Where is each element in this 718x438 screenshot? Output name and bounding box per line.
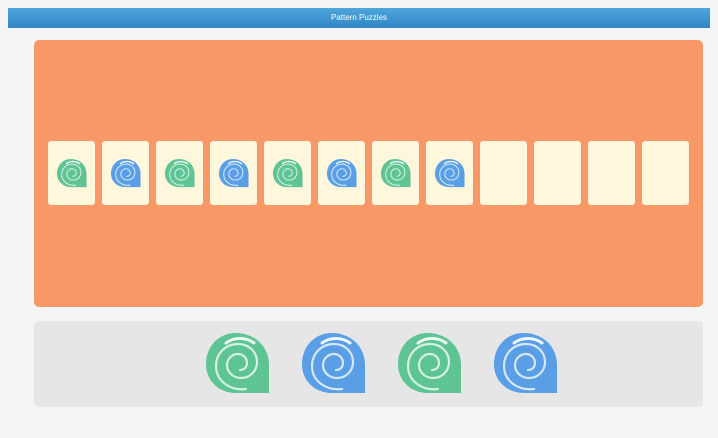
answer-tray <box>34 321 703 407</box>
green-shell-icon <box>163 158 197 188</box>
blue-shell-icon <box>325 158 359 188</box>
title-bar: Pattern Puzzles <box>8 8 710 28</box>
pattern-card[interactable] <box>426 141 473 205</box>
pattern-card[interactable] <box>210 141 257 205</box>
app-title: Pattern Puzzles <box>330 13 388 22</box>
green-shell-icon <box>55 158 89 188</box>
pattern-card[interactable] <box>372 141 419 205</box>
pattern-card[interactable] <box>264 141 311 205</box>
empty-slot[interactable] <box>642 141 689 205</box>
pattern-card[interactable] <box>102 141 149 205</box>
pattern-card[interactable] <box>48 141 95 205</box>
pattern-card[interactable] <box>156 141 203 205</box>
green-shell-icon <box>271 158 305 188</box>
blue-shell-icon <box>217 158 251 188</box>
green-shell-icon[interactable] <box>395 331 465 395</box>
blue-shell-icon[interactable] <box>299 331 369 395</box>
pattern-puzzles-app: Pattern Puzzles <box>0 0 718 438</box>
blue-shell-icon <box>433 158 467 188</box>
pattern-card[interactable] <box>318 141 365 205</box>
blue-shell-icon[interactable] <box>491 331 561 395</box>
green-shell-icon <box>379 158 413 188</box>
empty-slot[interactable] <box>534 141 581 205</box>
blue-shell-icon <box>109 158 143 188</box>
pattern-sequence <box>48 141 689 205</box>
empty-slot[interactable] <box>480 141 527 205</box>
green-shell-icon[interactable] <box>203 331 273 395</box>
empty-slot[interactable] <box>588 141 635 205</box>
